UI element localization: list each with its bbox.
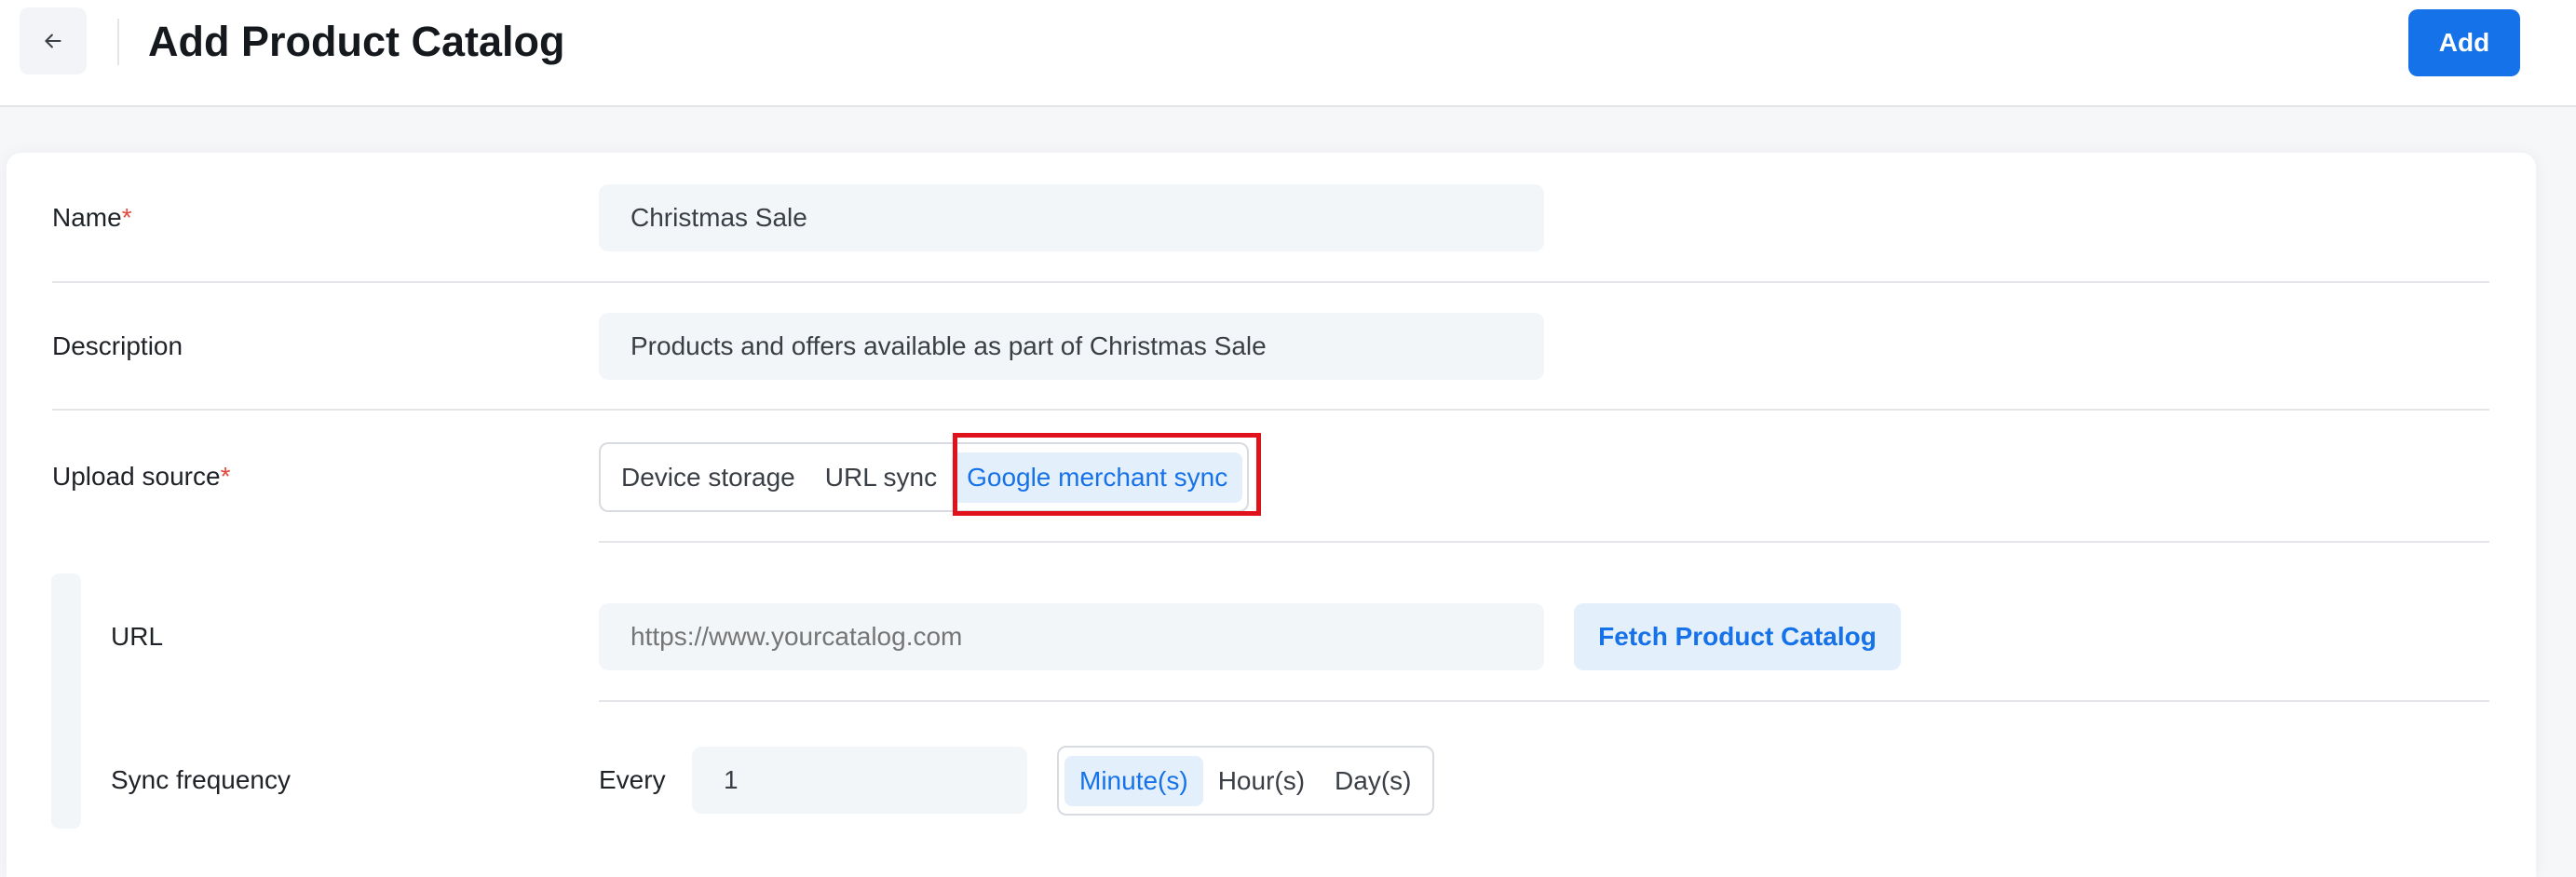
option-url-sync[interactable]: URL sync (810, 452, 952, 503)
frequency-unit-segmented-control: Minute(s) Hour(s) Day(s) (1057, 746, 1434, 816)
section-indent-bar (51, 573, 81, 829)
row-divider (52, 409, 2489, 411)
every-label: Every (599, 765, 666, 794)
description-label: Description (52, 331, 183, 360)
url-input[interactable] (599, 603, 1544, 670)
description-value: Products and offers available as part of… (630, 331, 1267, 360)
arrow-left-icon (45, 34, 61, 48)
frequency-value: 1 (724, 765, 739, 794)
option-hours[interactable]: Hour(s) (1203, 756, 1320, 806)
name-input[interactable]: Christmas Sale (599, 184, 1544, 251)
row-divider (52, 281, 2489, 283)
upload-source-label: Upload source* (52, 462, 231, 491)
frequency-value-input[interactable]: 1 (692, 747, 1027, 814)
upload-source-segmented-control: Device storage URL sync Google merchant … (599, 442, 1249, 512)
name-value: Christmas Sale (630, 203, 807, 232)
description-input[interactable]: Products and offers available as part of… (599, 313, 1544, 380)
option-device-storage[interactable]: Device storage (606, 452, 810, 503)
top-bar: Add Product Catalog Add (0, 0, 2576, 107)
required-mark: * (220, 462, 231, 491)
name-label: Name* (52, 203, 132, 232)
url-label: URL (111, 622, 164, 651)
row-divider (599, 541, 2489, 543)
option-days[interactable]: Day(s) (1320, 756, 1426, 806)
required-mark: * (121, 203, 132, 232)
header-divider (117, 19, 119, 65)
row-divider (599, 700, 2489, 702)
fetch-product-catalog-button[interactable]: Fetch Product Catalog (1574, 603, 1901, 670)
sync-frequency-label: Sync frequency (111, 765, 291, 794)
add-button[interactable]: Add (2408, 9, 2520, 76)
option-minutes[interactable]: Minute(s) (1064, 755, 1203, 806)
back-button[interactable] (20, 7, 87, 74)
option-google-merchant-sync[interactable]: Google merchant sync (952, 452, 1243, 503)
page-title: Add Product Catalog (148, 18, 565, 65)
